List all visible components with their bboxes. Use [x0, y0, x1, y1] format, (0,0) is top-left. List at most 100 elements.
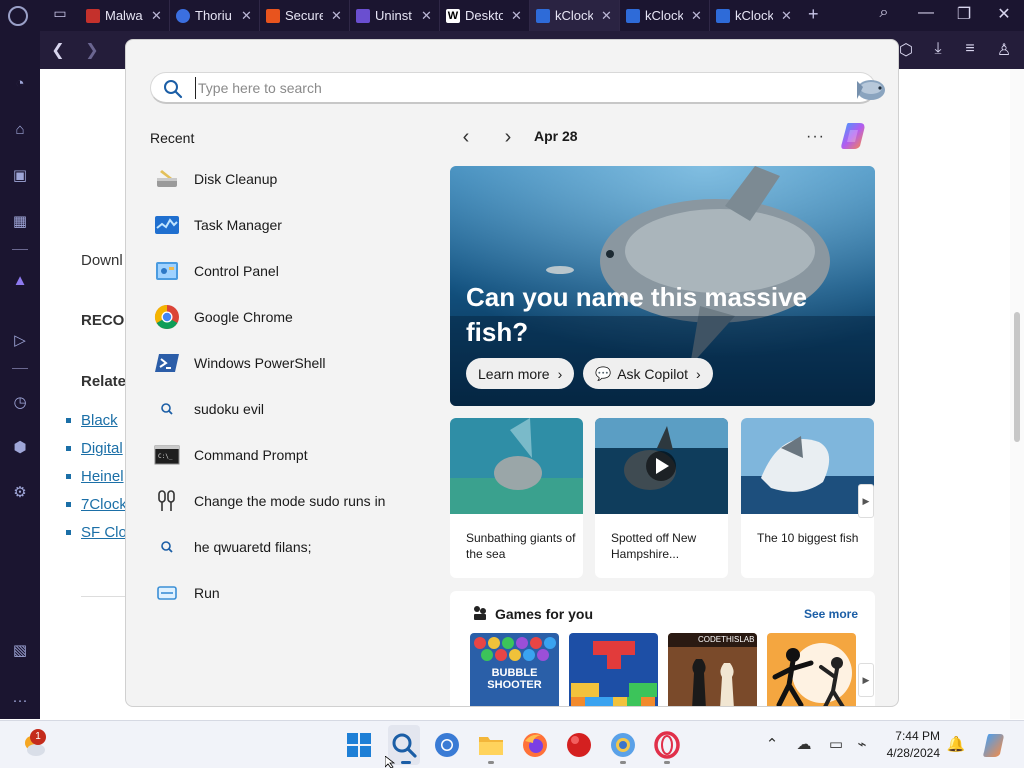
recent-item-powershell[interactable]: Windows PowerShell [154, 343, 434, 383]
display-icon[interactable]: ▭ [826, 735, 846, 753]
recent-item-run[interactable]: Run [154, 573, 434, 613]
game-tile-stickman[interactable] [767, 633, 856, 706]
close-window-icon[interactable]: ✕ [992, 4, 1016, 24]
previous-day-icon[interactable]: ‹ [456, 126, 476, 148]
tab-kclock[interactable]: kClock ✕ [710, 0, 800, 31]
tab-close-icon[interactable]: ✕ [601, 8, 612, 24]
tab-kclock[interactable]: kClock ✕ [620, 0, 710, 31]
tab-close-icon[interactable]: ✕ [241, 8, 252, 24]
easy-setup-icon[interactable]: ≡ [960, 40, 980, 58]
opera-icon[interactable] [653, 731, 681, 759]
tab-close-icon[interactable]: ✕ [151, 8, 162, 24]
tab-thorium[interactable]: Thoriu ✕ [170, 0, 260, 31]
brave-favicon-icon [266, 8, 280, 23]
tab-title: Uninst [375, 8, 412, 23]
tab-close-icon[interactable]: ✕ [691, 8, 702, 24]
search-tabs-icon[interactable]: ⌕ [872, 4, 896, 22]
game-tile-chess[interactable]: CODETHISLAB [668, 633, 757, 706]
page-scroll-thumb[interactable] [1014, 312, 1020, 442]
see-more-link[interactable]: See more [804, 607, 858, 621]
tab-malwa[interactable]: Malwa ✕ [80, 0, 170, 31]
workspace-icon[interactable]: ▦ [10, 212, 30, 232]
history-icon[interactable]: ◷ [10, 393, 30, 413]
cube-icon[interactable]: ⬢ [10, 438, 30, 458]
recent-item-google-chrome[interactable]: Google Chrome [154, 297, 434, 337]
next-day-icon[interactable]: › [498, 126, 518, 148]
recent-item-label: Windows PowerShell [194, 355, 326, 371]
opera-logo-icon[interactable] [8, 6, 28, 26]
recent-item-sudo-settings[interactable]: Change the mode sudo runs in [154, 481, 434, 521]
speed-dial-icon[interactable]: ◔ [10, 74, 30, 94]
recent-item-command-prompt[interactable]: C:\_ Command Prompt [154, 435, 434, 475]
tab-desktop[interactable]: W Deskto ✕ [440, 0, 530, 31]
aria-icon[interactable]: ▲ [10, 271, 30, 291]
firefox-icon[interactable] [521, 731, 549, 759]
thorium-icon[interactable] [609, 731, 637, 759]
tab-close-icon[interactable]: ✕ [331, 8, 342, 24]
workspaces-icon[interactable]: ▭ [50, 5, 70, 22]
downloads-icon[interactable]: ⤓ [928, 40, 948, 58]
related-link[interactable]: Black [81, 412, 118, 429]
search-icon [164, 80, 183, 99]
tab-close-icon[interactable]: ✕ [511, 8, 522, 24]
minimize-icon[interactable]: — [914, 4, 938, 22]
tab-secure[interactable]: Secure ✕ [260, 0, 350, 31]
copilot-icon[interactable] [838, 120, 870, 152]
more-icon[interactable]: ··· [10, 691, 30, 711]
red-ball-icon[interactable] [565, 731, 593, 759]
games-scroll-right-icon[interactable]: ▶ [858, 663, 874, 697]
recommended-heading: RECO [81, 312, 125, 329]
chrome-icon [154, 305, 179, 330]
learn-more-label: Learn more [478, 365, 550, 382]
tab-kclock-active[interactable]: kClock ✕ [530, 0, 620, 31]
story-card-video[interactable]: Spotted off New Hampshire... [595, 418, 728, 578]
extensions-icon[interactable]: ⌂ [10, 120, 30, 140]
game-tile-block-puzzle[interactable] [569, 633, 658, 706]
twitch-icon[interactable]: ▣ [10, 166, 30, 186]
tab-close-icon[interactable]: ✕ [781, 8, 792, 24]
player-icon[interactable]: ▷ [10, 331, 30, 351]
recent-item-control-panel[interactable]: Control Panel [154, 251, 434, 291]
forward-icon[interactable]: ❯ [82, 40, 102, 60]
clock-date[interactable]: 4/28/2024 [868, 746, 940, 760]
profile-icon[interactable]: ♙ [994, 40, 1014, 60]
tab-uninstall[interactable]: Uninst ✕ [350, 0, 440, 31]
new-tab-button[interactable]: + [808, 4, 826, 25]
control-panel-icon [156, 262, 178, 280]
recent-item-task-manager[interactable]: Task Manager [154, 205, 434, 245]
game-tile-bubble-shooter[interactable]: BUBBLE SHOOTER [470, 633, 559, 706]
chevron-right-icon: › [557, 365, 563, 382]
notifications-bell-icon[interactable]: 🔔 [946, 735, 966, 753]
start-icon[interactable] [345, 731, 373, 759]
cards-scroll-right-icon[interactable]: ▶ [858, 484, 874, 518]
gallery-icon[interactable]: ▧ [10, 641, 30, 661]
story-card[interactable]: Sunbathing giants of the sea [450, 418, 583, 578]
cloud-offline-icon[interactable]: ☁ [794, 735, 814, 753]
story-card[interactable]: The 10 biggest fish [741, 418, 874, 578]
ask-copilot-button[interactable]: 💬 Ask Copilot › [583, 358, 713, 389]
tab-close-icon[interactable]: ✕ [421, 8, 432, 24]
settings-icon[interactable]: ⚙ [10, 483, 30, 503]
chromium-icon[interactable] [433, 731, 461, 759]
file-explorer-icon[interactable] [477, 731, 505, 759]
related-link[interactable]: Heinel [81, 468, 124, 485]
restore-icon[interactable]: ❐ [952, 4, 976, 24]
clock-time[interactable]: 7:44 PM [878, 729, 940, 743]
recent-item-search-query[interactable]: he qwuaretd filans; [154, 527, 434, 567]
cube-icon[interactable]: ⬡ [896, 40, 916, 60]
back-icon[interactable]: ❮ [48, 40, 68, 60]
hero-card[interactable]: Can you name this massive fish? Learn mo… [450, 166, 875, 406]
related-link[interactable]: SF Clo [81, 524, 127, 541]
more-options-icon[interactable]: ··· [806, 128, 825, 146]
recent-item-search-sudoku[interactable]: sudoku evil [154, 389, 434, 429]
copilot-taskbar-icon[interactable] [980, 731, 1008, 759]
chevron-up-icon[interactable]: ⌃ [762, 735, 782, 753]
search-icon[interactable] [390, 731, 418, 759]
related-link[interactable]: 7Clock [81, 496, 127, 513]
related-link[interactable]: Digital [81, 440, 123, 457]
sunfish-illustration-icon [857, 80, 885, 100]
search-box[interactable] [150, 72, 885, 104]
recent-item-disk-cleanup[interactable]: Disk Cleanup [154, 159, 434, 199]
learn-more-button[interactable]: Learn more › [466, 358, 575, 389]
search-input[interactable] [195, 77, 815, 99]
